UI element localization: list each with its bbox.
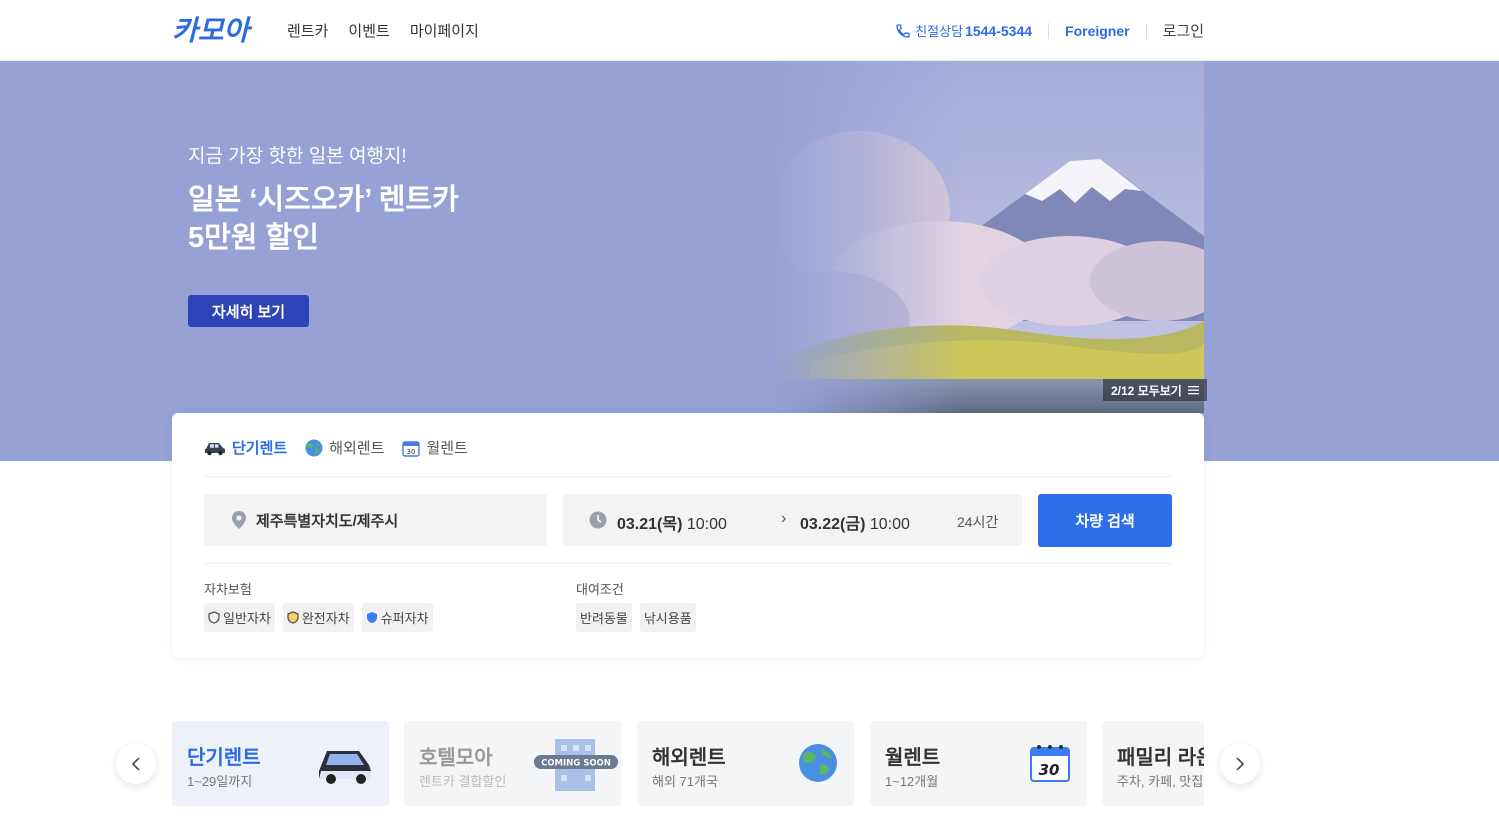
category-title: 해외렌트	[652, 747, 726, 769]
start-time: 10:00	[686, 516, 727, 533]
end-time: 10:00	[869, 516, 910, 533]
category-title: 단기렌트	[187, 747, 261, 769]
svg-text:카모아: 카모아	[172, 15, 253, 45]
main-nav: 렌트카 이벤트 마이페이지	[287, 0, 479, 61]
category-overseas[interactable]: 해외렌트 해외 71개국	[637, 721, 854, 806]
tab-short-term[interactable]: 단기렌트	[204, 437, 287, 458]
category-subtitle: 렌트카 결합할인	[419, 774, 507, 789]
hero-slide-counter[interactable]: 2/12 모두보기	[1103, 379, 1207, 401]
hero-title: 일본 ‘시즈오카’ 렌트카 5만원 할인	[188, 181, 459, 257]
category-short-term[interactable]: 단기렌트 1~29일까지	[172, 721, 389, 806]
carousel-next-button[interactable]	[1220, 744, 1260, 784]
end-datetime: 03.22(금) 10:00	[800, 510, 910, 534]
condition-options: 반려동물 낚시용품	[576, 603, 696, 632]
insurance-label: 자차보험	[204, 582, 252, 597]
insurance-super-chip[interactable]: 슈퍼자차	[361, 603, 433, 632]
shield-icon	[287, 611, 299, 624]
category-subtitle: 1~29일까지	[187, 774, 253, 789]
nav-mypage[interactable]: 마이페이지	[410, 20, 479, 41]
insurance-basic-chip[interactable]: 일반자차	[204, 603, 275, 632]
category-subtitle: 주차, 카페, 맛집 할인	[1117, 774, 1204, 789]
rental-duration: 24시간	[957, 514, 999, 530]
insurance-full-chip[interactable]: 완전자차	[282, 603, 354, 632]
category-family-lounge[interactable]: 패밀리 라운지 주차, 카페, 맛집 할인	[1102, 721, 1204, 806]
divider	[1145, 22, 1147, 39]
chip-label: 슈퍼자차	[380, 611, 429, 626]
category-subtitle: 1~12개월	[885, 774, 939, 789]
chevron-right-icon	[1236, 757, 1245, 771]
condition-fishing-chip[interactable]: 낚시용품	[639, 603, 696, 632]
hero-detail-button[interactable]: 자세히 보기	[188, 295, 309, 327]
hero-banner[interactable]: 지금 가장 핫한 일본 여행지! 일본 ‘시즈오카’ 렌트카 5만원 할인 자세…	[0, 61, 1499, 461]
divider	[204, 563, 1172, 564]
cs-number: 1544-5344	[965, 22, 1033, 39]
divider	[1048, 22, 1050, 39]
tab-label: 월렌트	[426, 440, 468, 457]
start-datetime: 03.21(목) 10:00	[617, 510, 727, 534]
foreigner-link[interactable]: Foreigner	[1065, 23, 1130, 39]
category-monthly[interactable]: 월렌트 1~12개월 30	[870, 721, 1087, 806]
clock-icon	[589, 511, 607, 529]
category-hotel[interactable]: 호텔모아 렌트카 결합할인 COMING SOON	[404, 721, 621, 806]
globe-icon	[305, 439, 323, 456]
nav-event[interactable]: 이벤트	[348, 20, 389, 41]
svg-text:COMING SOON: COMING SOON	[541, 759, 611, 769]
phone-icon	[896, 23, 910, 38]
carousel-prev-button[interactable]	[116, 744, 156, 784]
list-icon	[1187, 386, 1199, 395]
hero-subtitle: 지금 가장 핫한 일본 여행지!	[188, 146, 407, 167]
header: 카모아 렌트카 이벤트 마이페이지 친절상담 1544-5344 Foreign…	[0, 0, 1499, 61]
slide-counter-text: 2/12 모두보기	[1111, 383, 1182, 398]
cs-label: 친절상담	[915, 24, 964, 39]
hero-title-line2: 5만원 할인	[188, 222, 319, 254]
condition-pet-chip[interactable]: 반려동물	[576, 603, 632, 632]
hero-image-fuji	[770, 61, 1204, 413]
tab-label: 해외렌트	[329, 440, 385, 457]
divider	[204, 476, 1172, 477]
camoa-logo[interactable]: 카모아	[172, 14, 266, 46]
category-title: 월렌트	[885, 747, 941, 769]
tab-overseas[interactable]: 해외렌트	[305, 437, 384, 458]
car-icon	[205, 442, 225, 455]
start-date: 03.21(목)	[617, 516, 683, 533]
calendar-icon: 30	[1030, 745, 1070, 782]
category-subtitle: 해외 71개국	[652, 774, 718, 789]
chevron-right-icon: ›	[781, 510, 787, 527]
chevron-left-icon	[131, 757, 140, 771]
date-selector[interactable]: 03.21(목) 10:00 › 03.22(금) 10:00 24시간	[563, 494, 1022, 546]
hotel-building-icon: COMING SOON	[534, 739, 618, 791]
category-carousel: 단기렌트 1~29일까지 호텔모아 렌트카 결합할인 COMING SOON 해…	[172, 700, 1204, 819]
tab-label: 단기렌트	[232, 440, 288, 457]
svg-text:30: 30	[407, 448, 416, 456]
shield-icon	[366, 612, 377, 623]
van-icon	[319, 751, 371, 784]
nav-rentcar[interactable]: 렌트카	[287, 20, 328, 41]
location-value: 제주특별자치도/제주시	[256, 512, 399, 530]
customer-service[interactable]: 친절상담 1544-5344	[895, 21, 1032, 40]
rental-type-tabs: 단기렌트 해외렌트 30 월렌트	[204, 437, 468, 458]
chip-label: 일반자차	[223, 611, 271, 626]
chip-label: 완전자차	[301, 611, 350, 626]
car-search-button[interactable]: 차량 검색	[1038, 494, 1172, 547]
location-selector[interactable]: 제주특별자치도/제주시	[204, 494, 547, 546]
hero-title-line1: 일본 ‘시즈오카’ 렌트카	[188, 184, 459, 216]
header-utilities: 친절상담 1544-5344 Foreigner 로그인	[895, 0, 1204, 61]
insurance-options: 일반자차 완전자차 슈퍼자차	[204, 603, 433, 632]
search-card: 단기렌트 해외렌트 30 월렌트 제주특별자치도/제주시 03.21(목) 10…	[172, 413, 1204, 658]
category-title: 호텔모아	[419, 747, 493, 769]
end-date: 03.22(금)	[800, 516, 866, 533]
calendar-icon: 30	[402, 440, 421, 457]
chip-label: 낚시용품	[643, 611, 692, 626]
conditions-label: 대여조건	[576, 582, 624, 597]
shield-icon	[208, 611, 220, 624]
logo-wordmark: 카모아	[172, 15, 253, 45]
category-title: 패밀리 라운지	[1117, 747, 1204, 769]
login-link[interactable]: 로그인	[1163, 20, 1204, 41]
tab-monthly[interactable]: 30 월렌트	[402, 437, 468, 458]
globe-icon	[799, 744, 837, 782]
svg-text:30: 30	[1039, 761, 1060, 779]
chip-label: 반려동물	[580, 611, 628, 626]
location-pin-icon	[232, 511, 246, 529]
